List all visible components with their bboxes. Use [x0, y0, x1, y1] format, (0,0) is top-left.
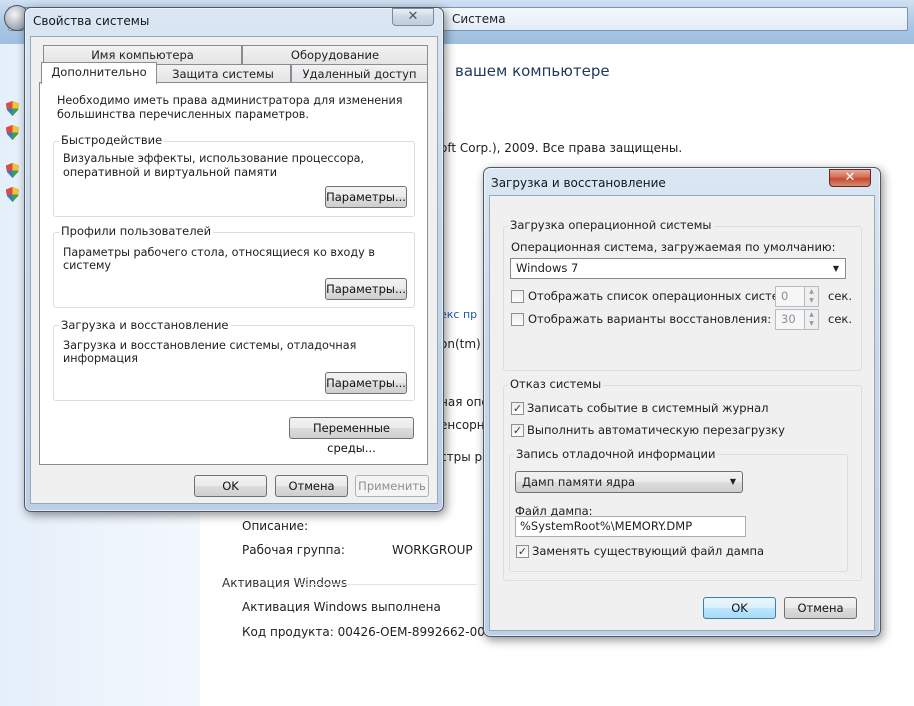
section-divider — [300, 584, 476, 585]
system-properties-title: Свойства системы — [33, 14, 150, 28]
os-list-seconds-spinner[interactable]: ▲ ▼ — [804, 286, 819, 307]
recovery-seconds-input[interactable]: 30 — [775, 309, 805, 330]
close-icon: ✕ — [844, 170, 856, 185]
system-failure-title: Отказ системы — [508, 377, 604, 391]
write-event-label: Записать событие в системный журнал — [527, 401, 769, 415]
dump-type-value: Дамп памяти ядра — [522, 475, 636, 489]
description-label: Описание: — [242, 519, 309, 533]
debug-info-title: Запись отладочной информации — [514, 447, 718, 461]
show-os-list-label: Отображать список операционных систем: — [528, 289, 792, 303]
boot-group-title: Загрузка операционной системы — [508, 218, 714, 232]
admin-note: Необходимо иметь права администратора дл… — [57, 94, 403, 121]
product-code: Код продукта: 00426-OEM-8992662-00010 — [242, 625, 508, 639]
copyright-text: oft Corp.), 2009. Все права защищены. — [440, 141, 683, 155]
default-os-value: Windows 7 — [516, 261, 579, 275]
apply-button[interactable]: Применить — [355, 475, 429, 497]
dropdown-arrow-icon: ▼ — [729, 477, 736, 486]
activation-section-title: Активация Windows — [222, 576, 348, 590]
default-os-label: Операционная система, загружаемая по умо… — [511, 240, 836, 254]
auto-restart-checkbox[interactable] — [511, 424, 524, 437]
system-type-fragment: ная опе — [440, 395, 489, 409]
performance-title: Быстродействие — [59, 133, 165, 147]
user-profiles-text: Параметры рабочего стола, относящиеся ко… — [63, 246, 375, 272]
os-list-seconds-input[interactable]: 0 — [775, 286, 805, 307]
dump-type-select[interactable]: Дамп памяти ядра ▼ — [515, 471, 743, 493]
shield-icon — [6, 101, 19, 116]
processor-value: on(tm) — [440, 337, 481, 351]
show-recovery-checkbox[interactable] — [511, 313, 524, 326]
dropdown-arrow-icon: ▼ — [832, 264, 839, 273]
page-heading: вашем компьютере — [455, 62, 610, 80]
ok-button[interactable]: OK — [703, 597, 776, 619]
startup-recovery-settings-button[interactable]: Параметры... — [325, 372, 407, 394]
close-icon: ✕ — [407, 9, 419, 24]
show-recovery-label: Отображать варианты восстановления: — [528, 312, 772, 326]
show-os-list-checkbox[interactable] — [511, 290, 524, 303]
shield-icon — [6, 163, 19, 178]
ok-button[interactable]: OK — [194, 475, 267, 497]
recovery-seconds-unit: сек. — [828, 312, 852, 326]
environment-variables-button[interactable]: Переменные среды... — [289, 417, 414, 455]
user-profiles-settings-button[interactable]: Параметры... — [325, 278, 407, 300]
workgroup-value: WORKGROUP — [392, 543, 473, 557]
tab-system-protection[interactable]: Защита системы — [155, 64, 291, 84]
close-button[interactable]: ✕ — [392, 8, 434, 26]
write-event-checkbox[interactable] — [511, 402, 524, 415]
tab-hardware[interactable]: Оборудование — [242, 45, 428, 65]
startup-recovery-title: Загрузка и восстановление — [59, 318, 231, 332]
user-profiles-title: Профили пользователей — [59, 224, 214, 238]
cancel-button[interactable]: Отмена — [784, 597, 857, 619]
cancel-button[interactable]: Отмена — [275, 475, 348, 497]
overwrite-dump-checkbox[interactable] — [516, 545, 529, 558]
shield-icon — [6, 125, 19, 140]
overwrite-dump-label: Заменять существующий файл дампа — [532, 544, 765, 558]
activation-status: Активация Windows выполнена — [242, 600, 441, 614]
shield-icon — [6, 187, 19, 202]
auto-restart-label: Выполнить автоматическую перезагрузку — [527, 423, 785, 437]
breadcrumb[interactable]: Система — [452, 12, 506, 26]
startup-recovery-text: Загрузка и восстановление системы, отлад… — [63, 339, 357, 365]
tab-advanced[interactable]: Дополнительно — [41, 62, 157, 84]
startup-recovery-dialog-title: Загрузка и восстановление — [491, 176, 666, 190]
workgroup-label: Рабочая группа: — [242, 543, 345, 557]
default-os-select[interactable]: Windows 7 ▼ — [510, 258, 846, 279]
performance-settings-button[interactable]: Параметры... — [325, 186, 407, 208]
recovery-seconds-spinner[interactable]: ▲ ▼ — [804, 309, 819, 330]
os-list-seconds-unit: сек. — [828, 289, 852, 303]
close-button[interactable]: ✕ — [829, 169, 871, 187]
dump-file-input[interactable]: %SystemRoot%\MEMORY.DMP — [515, 516, 746, 537]
performance-index-link[interactable]: екс пр — [440, 308, 477, 321]
tab-remote[interactable]: Удаленный доступ — [291, 64, 428, 84]
performance-text: Визуальные эффекты, использование процес… — [63, 152, 365, 179]
